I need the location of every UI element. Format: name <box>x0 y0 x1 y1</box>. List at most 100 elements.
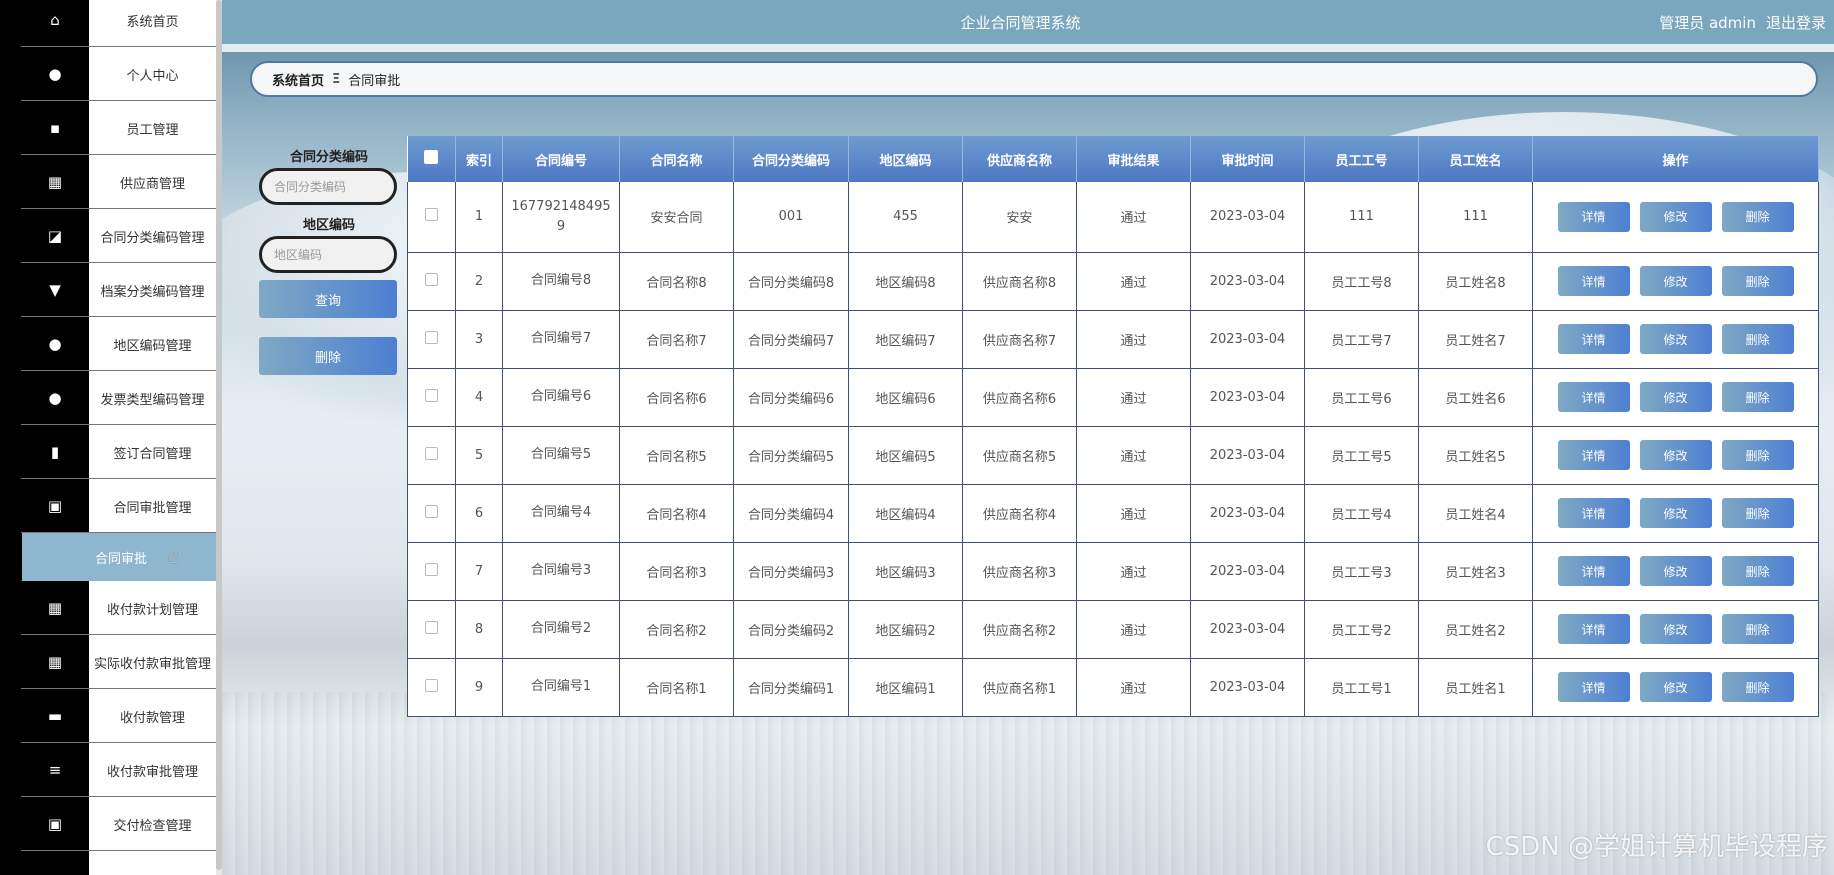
column-header: 操作 <box>1532 136 1819 182</box>
sidebar-item-label: 个人中心 <box>126 68 179 84</box>
cell-text: 合同编号3 <box>530 563 592 578</box>
sidebar-item[interactable]: ▣ 合同审批管理 <box>0 479 216 533</box>
delete-button[interactable]: 删除 <box>1721 556 1794 586</box>
sidebar-item[interactable]: ▼ 档案分类编码管理 <box>0 263 216 317</box>
sidebar-item[interactable]: ≡ 收付款审批管理 <box>0 743 216 797</box>
cell-text: 合同编号5 <box>530 447 592 462</box>
sidebar-item[interactable]: ▦ 收付款计划管理 <box>0 581 216 635</box>
sidebar-item[interactable]: ▣ 交付检查管理 <box>0 797 216 851</box>
sidebar-item[interactable]: ▦ 实际收付款审批管理 <box>0 635 216 689</box>
table-cell: 2023-03-04 <box>1190 252 1305 311</box>
edit-button[interactable]: 修改 <box>1639 672 1712 702</box>
cell-text: 合同名称6 <box>646 391 707 407</box>
table-cell: 合同分类编码6 <box>733 368 849 427</box>
delete-button[interactable]: 删除 <box>1721 440 1794 470</box>
row-checkbox[interactable] <box>425 678 438 692</box>
logout-link[interactable]: 退出登录 <box>1766 12 1826 33</box>
sidebar-subitem-label: 合同审批 <box>95 551 148 567</box>
cell-text: 合同编号8 <box>530 273 592 288</box>
sidebar-item[interactable]: ● 地区编码管理 <box>0 317 216 371</box>
edit-button[interactable]: 修改 <box>1639 266 1712 296</box>
sidebar-subitem-contract-approval[interactable]: 合同审批 ☝ <box>22 533 222 581</box>
row-checkbox[interactable] <box>425 620 438 634</box>
edit-button[interactable]: 修改 <box>1639 382 1712 412</box>
sidebar-item[interactable]: ◪ 合同分类编码管理 <box>0 209 216 263</box>
row-checkbox[interactable] <box>425 446 438 460</box>
delete-button[interactable]: 删除 <box>1721 266 1794 296</box>
table-cell: 地区编码2 <box>848 600 963 659</box>
sidebar-item[interactable]: ▮ 签订合同管理 <box>0 425 216 479</box>
detail-button[interactable]: 详情 <box>1557 498 1630 528</box>
table-cell: 员工工号6 <box>1304 368 1419 427</box>
breadcrumb: 系统首页 Ξ 合同审批 <box>250 61 1818 97</box>
region-code-input[interactable] <box>259 236 397 273</box>
cell-text: 合同分类编码2 <box>747 623 835 639</box>
edit-button[interactable]: 修改 <box>1639 556 1712 586</box>
sidebar-item[interactable]: ▬ 收付款管理 <box>0 689 216 743</box>
table-cell: 员工姓名6 <box>1418 368 1533 427</box>
table-cell: 合同编号7 <box>502 310 620 369</box>
sidebar-item-label: 供应商管理 <box>119 176 185 192</box>
row-checkbox[interactable] <box>425 388 438 402</box>
cell-text: 员工姓名7 <box>1445 333 1506 349</box>
edit-button[interactable]: 修改 <box>1639 201 1712 232</box>
cell-text: 地区编码8 <box>875 275 936 291</box>
table-cell: 2023-03-04 <box>1190 426 1305 485</box>
detail-button[interactable]: 详情 <box>1557 324 1630 354</box>
sidebar: ⌂ 系统首页 ● 个人中心 ▪ 员工管理 ▦ 供应商管理 ◪ 合同分类编码管理 ▼ 档案分类编码管理 ●… <box>0 0 222 875</box>
detail-button[interactable]: 详情 <box>1557 266 1630 296</box>
detail-button[interactable]: 详情 <box>1557 382 1630 412</box>
cell-text: 合同编号2 <box>530 621 592 636</box>
table-cell: 员工工号1 <box>1304 658 1419 717</box>
contract-category-code-input[interactable] <box>259 168 397 205</box>
edit-button[interactable]: 修改 <box>1639 440 1712 470</box>
sidebar-item[interactable]: ▪ 员工管理 <box>0 101 216 155</box>
sidebar-item[interactable]: ⌂ 系统首页 <box>0 0 216 47</box>
cell-text: 2023-03-04 <box>1209 273 1286 289</box>
row-checkbox[interactable] <box>425 330 438 344</box>
column-header: 审批时间 <box>1190 136 1305 182</box>
edit-button[interactable]: 修改 <box>1639 498 1712 528</box>
detail-button[interactable]: 详情 <box>1557 614 1630 644</box>
bulb-icon: ● <box>48 389 62 407</box>
edit-button[interactable]: 修改 <box>1639 614 1712 644</box>
cell-text: 合同分类编码5 <box>747 449 835 465</box>
detail-button[interactable]: 详情 <box>1557 440 1630 470</box>
delete-button[interactable]: 删除 <box>1721 672 1794 702</box>
breadcrumb-home[interactable]: 系统首页 <box>272 70 324 89</box>
grid-icon: ▦ <box>47 653 63 671</box>
table-row: 5 合同编号5 合同名称5 合同分类编码5 地区编码5 供应商名称5 通过 2023-03-0… <box>407 426 1819 485</box>
delete-button[interactable]: 删除 <box>1721 201 1794 232</box>
actions-cell: 详情 修改 删除 <box>1532 658 1819 717</box>
sidebar-scrollbar[interactable] <box>216 0 222 875</box>
edit-button[interactable]: 修改 <box>1639 324 1712 354</box>
row-checkbox[interactable] <box>425 272 438 286</box>
cell-text: 通过 <box>1120 449 1147 465</box>
cell-text: 5 <box>474 447 484 463</box>
row-checkbox[interactable] <box>425 208 438 222</box>
table-cell: 员工姓名3 <box>1418 542 1533 601</box>
query-button[interactable]: 查询 <box>259 280 397 318</box>
sidebar-item[interactable]: ● 个人中心 <box>0 47 216 101</box>
select-all-checkbox[interactable] <box>424 150 439 164</box>
delete-button[interactable]: 删除 <box>1721 324 1794 354</box>
table-cell: 员工姓名8 <box>1418 252 1533 311</box>
grid-icon: ▦ <box>47 599 63 617</box>
sidebar-item-label: 收付款管理 <box>119 710 185 726</box>
cell-text: 合同分类编码6 <box>747 391 835 407</box>
detail-button[interactable]: 详情 <box>1557 201 1630 232</box>
sidebar-item[interactable]: ● 发票类型编码管理 <box>0 371 216 425</box>
sidebar-item[interactable]: ▦ 供应商管理 <box>0 155 216 209</box>
row-checkbox[interactable] <box>425 562 438 576</box>
batch-delete-button[interactable]: 删除 <box>259 337 397 375</box>
column-header: 地区编码 <box>848 136 963 182</box>
delete-button[interactable]: 删除 <box>1721 498 1794 528</box>
detail-button[interactable]: 详情 <box>1557 556 1630 586</box>
delete-button[interactable]: 删除 <box>1721 614 1794 644</box>
row-checkbox[interactable] <box>425 504 438 518</box>
cell-text: 通过 <box>1120 623 1147 639</box>
table-cell: 通过 <box>1076 542 1191 601</box>
delete-button[interactable]: 删除 <box>1721 382 1794 412</box>
detail-button[interactable]: 详情 <box>1557 672 1630 702</box>
cell-text: 地区编码1 <box>875 681 936 697</box>
